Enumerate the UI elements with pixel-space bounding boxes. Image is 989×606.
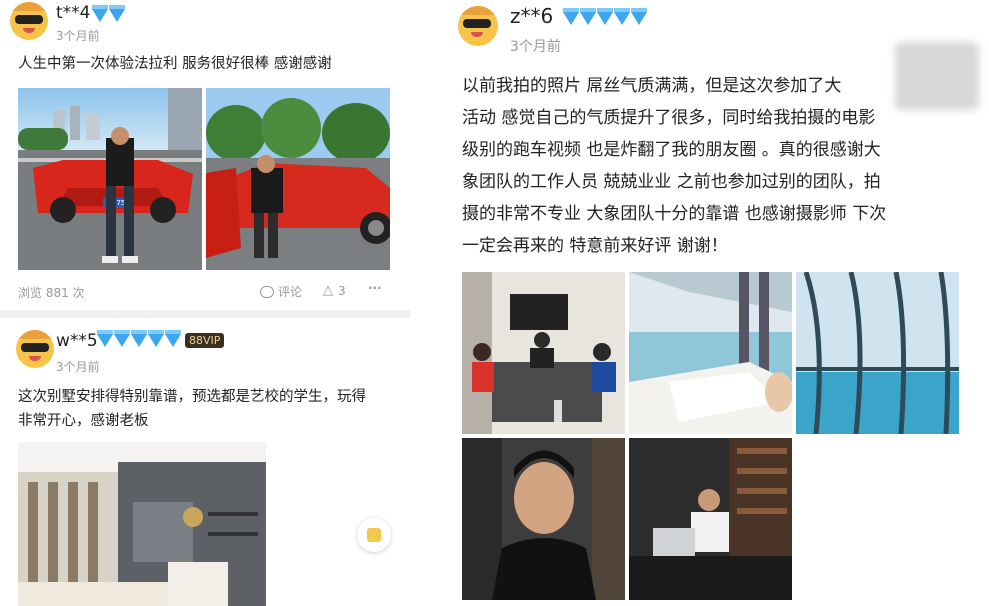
comment-button[interactable]: 评论	[260, 283, 302, 300]
username[interactable]: t**4	[56, 3, 90, 23]
post-text-line-5: 摄的非常不专业 大象团队十分的靠谱 也感谢摄影师 下次	[462, 204, 887, 224]
comment-label: 评论	[278, 285, 303, 299]
post-time: 3个月前	[510, 39, 561, 55]
diamond-icon	[597, 8, 613, 25]
like-button[interactable]: △ 3	[323, 283, 346, 298]
post-text: 人生中第一次体验法拉利 服务很好很棒 感谢感谢	[18, 56, 332, 72]
user-avatar-icon[interactable]	[458, 6, 498, 46]
user-avatar-icon[interactable]	[16, 330, 54, 368]
diamond-icon	[165, 330, 181, 347]
more-icon[interactable]: ···	[368, 281, 382, 295]
post-text-line-4: 象团队的工作人员 兢兢业业 之前也参加过别的团队，拍	[462, 172, 881, 192]
post-photo-portrait[interactable]	[462, 438, 625, 600]
diamond-icon	[148, 330, 164, 347]
diamond-icon	[631, 8, 647, 25]
diamond-icon	[97, 330, 113, 347]
post-time: 3个月前	[56, 29, 100, 43]
post-text-line-2: 非常开心，感谢老板	[18, 413, 149, 429]
like-icon: △	[323, 283, 333, 298]
level-diamonds	[563, 8, 647, 27]
diamond-icon	[92, 5, 108, 22]
view-count: 浏览 881 次	[18, 286, 85, 300]
diamond-icon	[109, 5, 125, 22]
post-photo-meeting-room[interactable]	[462, 272, 625, 434]
post-text-line-3: 级别的跑车视频 也是炸翻了我的朋友圈 。真的很感谢大	[462, 140, 881, 160]
diamond-icon	[114, 330, 130, 347]
post-photo-ferrari-side[interactable]	[206, 88, 390, 270]
redacted-blur	[895, 42, 979, 110]
post-text-line-1: 以前我拍的照片 屌丝气质满满，但是这次参加了大	[462, 76, 842, 96]
username[interactable]: z**6	[510, 4, 553, 28]
post-photo-pool-lounge[interactable]	[629, 272, 792, 434]
diamond-icon	[614, 8, 630, 25]
post-text-line-6: 一定会再来的 特意前来好评 谢谢！	[462, 236, 728, 256]
level-diamonds	[92, 5, 125, 24]
diamond-icon	[563, 8, 579, 25]
post-photo-infinity-pool[interactable]	[796, 272, 959, 434]
level-diamonds: 88VIP	[97, 330, 225, 348]
post-time: 3个月前	[56, 360, 100, 374]
diamond-icon	[580, 8, 596, 25]
post-divider	[0, 310, 410, 318]
post-text-line-1: 这次别墅安排得特别靠谱，预选都是艺校的学生，玩得	[18, 389, 366, 405]
post-text-line-2: 活动 感觉自己的气质提升了很多，同时给我拍摄的电影	[462, 108, 876, 128]
vip-badge: 88VIP	[185, 333, 225, 348]
post-photo-laptop-work[interactable]	[629, 438, 792, 600]
sticker-icon[interactable]	[357, 518, 391, 552]
comment-icon	[260, 285, 274, 298]
user-avatar-icon[interactable]	[10, 2, 48, 40]
diamond-icon	[131, 330, 147, 347]
like-count: 3	[338, 283, 346, 298]
post-photo-villa-interior[interactable]	[18, 442, 266, 606]
post-photo-ferrari-front[interactable]: G675	[18, 88, 202, 270]
username[interactable]: w**5	[56, 331, 98, 351]
